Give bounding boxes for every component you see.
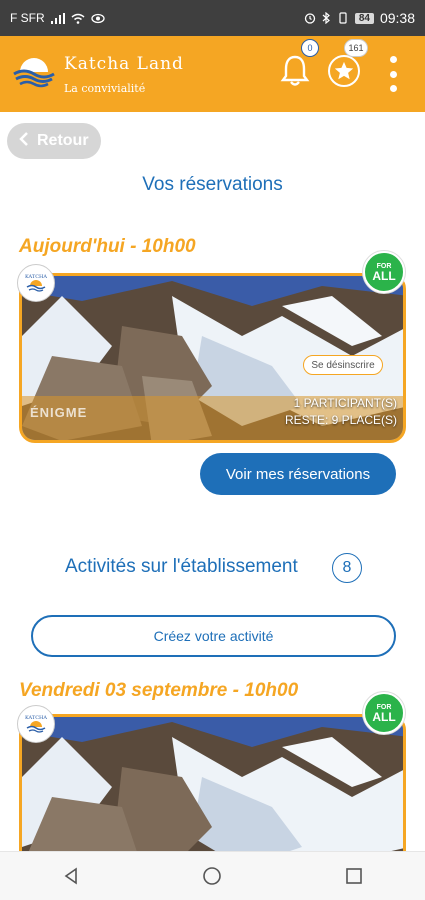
participants-info: 1 PARTICIPANT(S) RESTE: 9 PLACE(S) [285, 395, 397, 429]
unsubscribe-button[interactable]: Se désinscrire [303, 355, 383, 375]
back-button-label: Retour [37, 132, 89, 149]
points-count-badge: 161 [344, 39, 368, 57]
home-circle-icon[interactable] [192, 856, 232, 896]
participants-count: 1 PARTICIPANT(S) [293, 396, 397, 410]
remaining-places: RESTE: 9 PLACE(S) [284, 413, 397, 427]
activity-card[interactable] [19, 714, 406, 864]
points-star-icon[interactable] [328, 55, 360, 87]
back-button[interactable]: Retour [7, 123, 101, 159]
notifications-bell-icon[interactable] [280, 54, 310, 93]
bluetooth-icon [322, 12, 331, 24]
reservation-date-label: Aujourd'hui - 10h00 [19, 236, 196, 257]
for-all-badge-bottom: ALL [372, 709, 396, 724]
venue-logo-icon: KATCHA [17, 705, 55, 743]
katcha-land-logo-icon [12, 58, 56, 93]
venue-logo-icon: KATCHA [17, 264, 55, 302]
activities-count-badge: 8 [332, 553, 362, 583]
for-all-badge: FOR ALL [363, 692, 405, 734]
brand-title: Katcha Land [64, 54, 184, 74]
activities-title: Activités sur l'établissement [65, 556, 298, 577]
status-bar: F SFR 84 09:38 [0, 0, 425, 36]
back-triangle-icon[interactable] [51, 856, 91, 896]
eye-icon [91, 13, 105, 24]
create-activity-button[interactable]: Créez votre activité [31, 615, 396, 657]
notification-count-badge: 0 [301, 39, 319, 57]
activity-date-label: Vendredi 03 septembre - 10h00 [19, 680, 299, 701]
for-all-badge: FOR ALL [363, 251, 405, 293]
reservations-title: Vos réservations [142, 174, 283, 195]
system-nav-bar [0, 851, 425, 900]
for-all-badge-bottom: ALL [372, 268, 396, 283]
alarm-icon [304, 12, 316, 24]
carrier-label: F SFR [10, 11, 45, 25]
chevron-left-icon [19, 131, 29, 152]
recents-square-icon[interactable] [334, 856, 374, 896]
vibrate-icon [337, 12, 349, 24]
brand-tagline: La convivialité [64, 82, 146, 95]
signal-icon [50, 12, 65, 24]
mountain-image [22, 717, 403, 864]
wifi-icon [71, 13, 85, 24]
activity-type-label: ÉNIGME [30, 405, 88, 420]
more-menu-icon[interactable] [386, 56, 400, 92]
clock: 09:38 [379, 10, 415, 26]
battery-level: 84 [354, 12, 374, 24]
view-reservations-button[interactable]: Voir mes réservations [200, 453, 396, 495]
